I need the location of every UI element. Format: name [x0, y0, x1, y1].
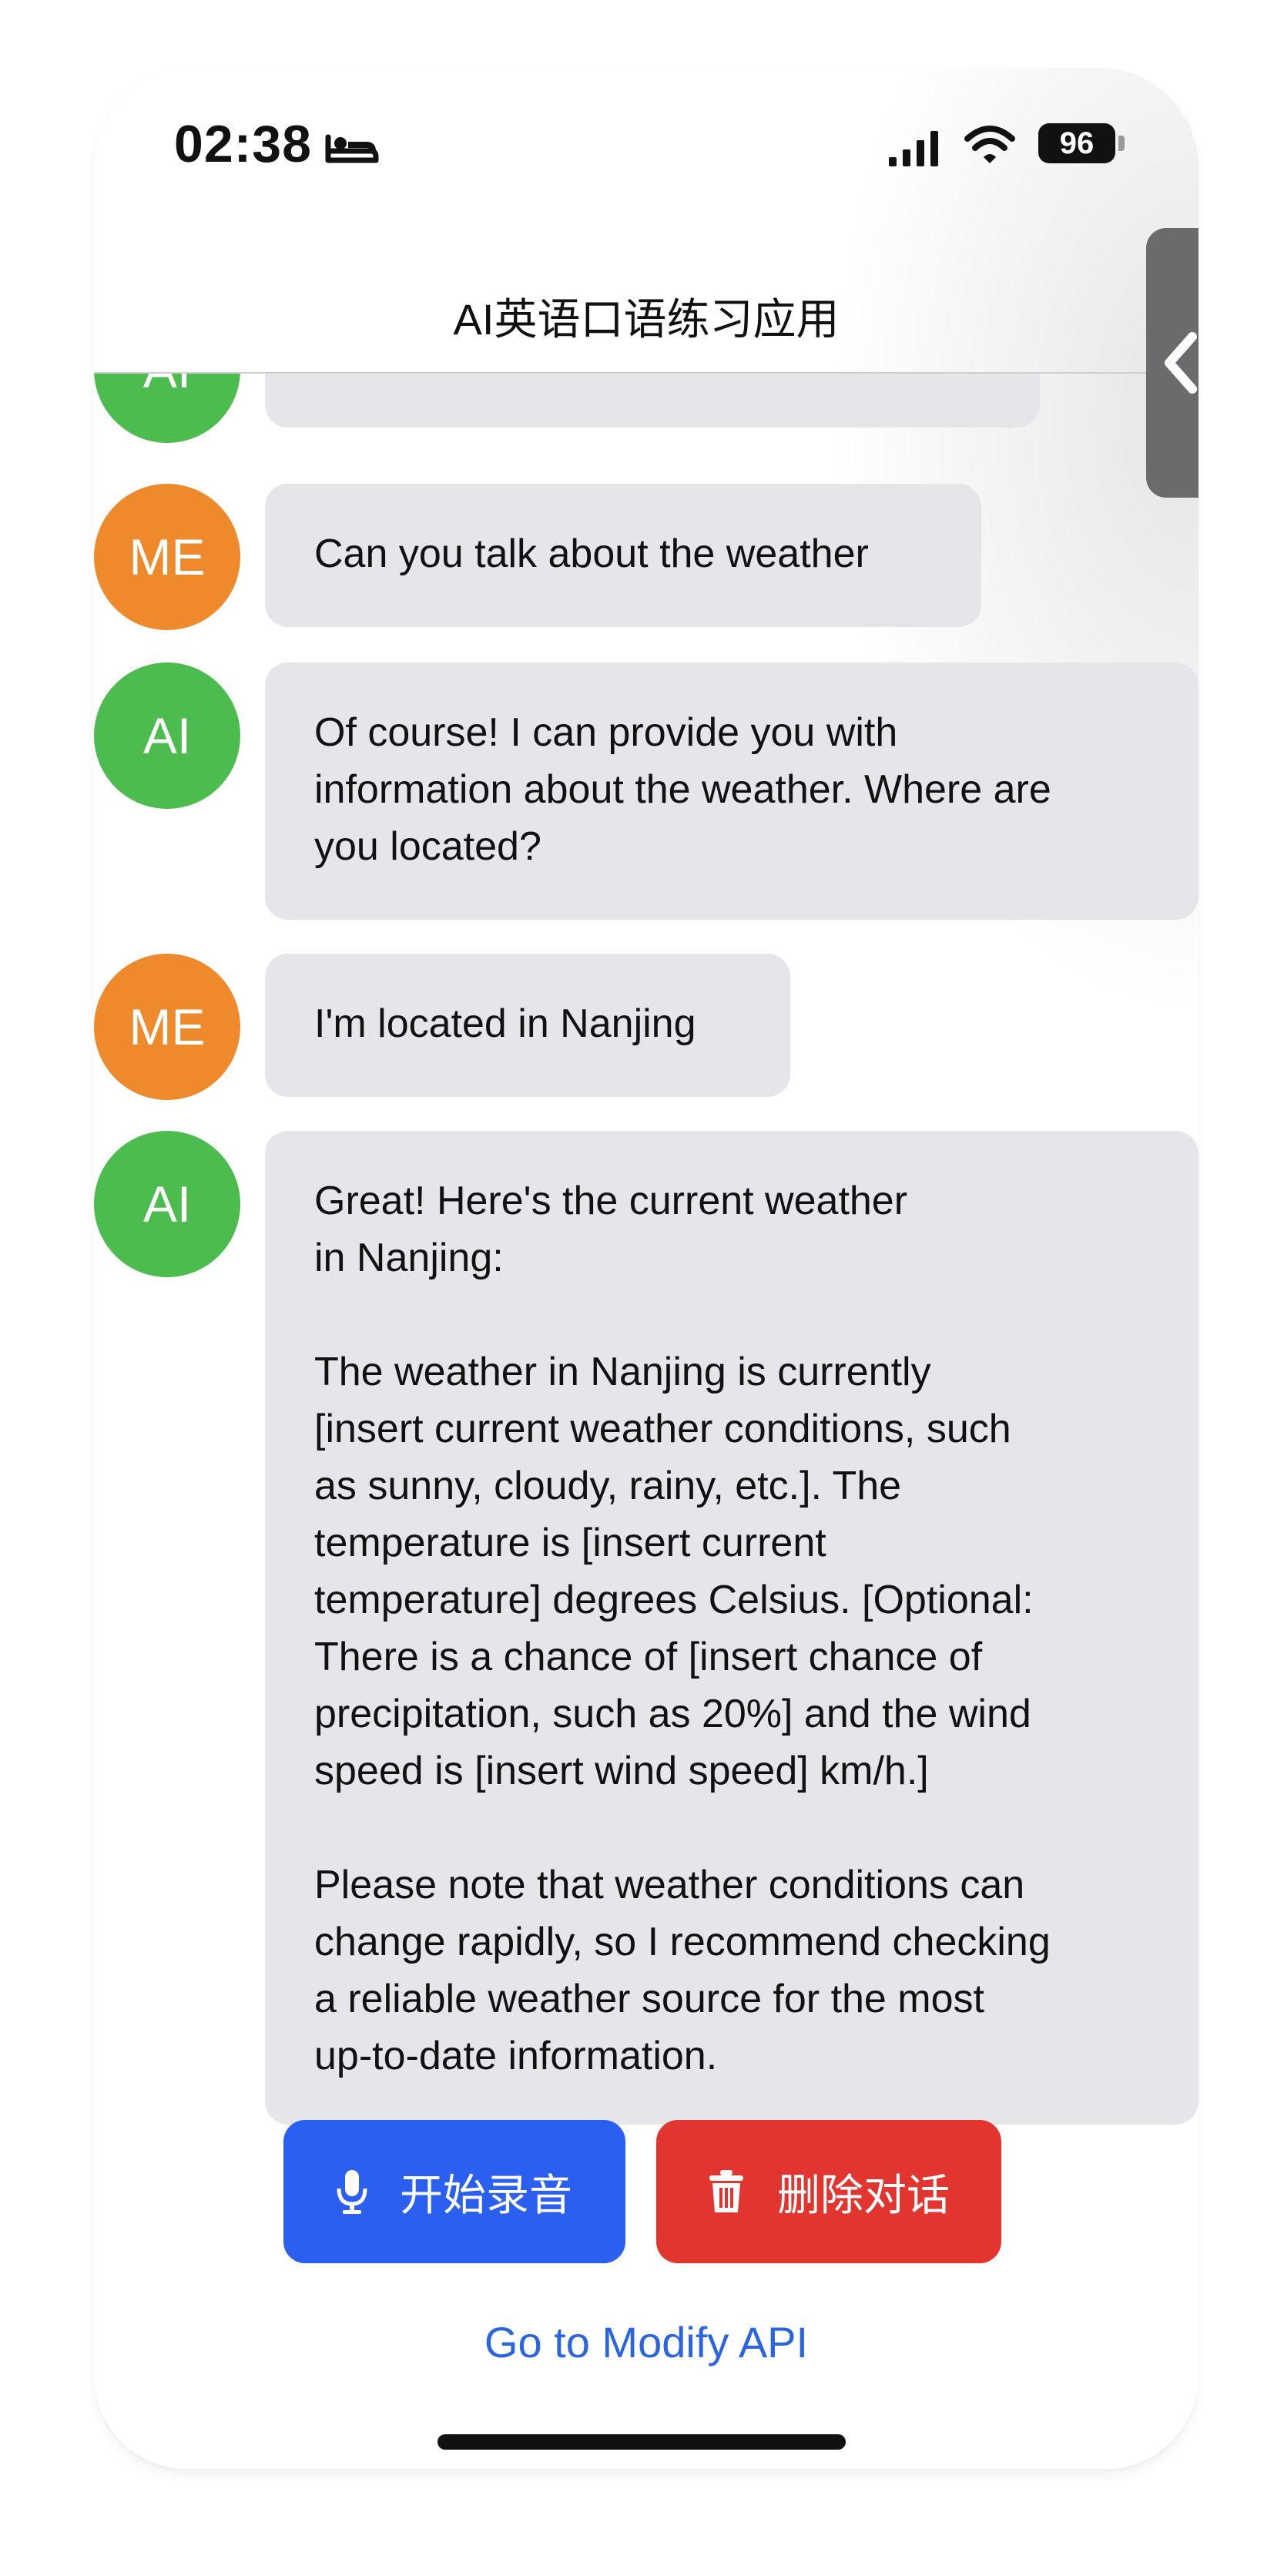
chevron-left-icon [1165, 332, 1197, 394]
message-bubble: Great! Here's the current weather in Nan… [265, 1131, 1199, 2125]
microphone-icon [337, 2170, 367, 2214]
home-indicator[interactable] [437, 2434, 846, 2450]
battery-tip [1118, 136, 1125, 151]
me-avatar: ME [94, 484, 240, 630]
side-drawer-tab[interactable] [1146, 228, 1199, 498]
chat-list[interactable]: AI ME Can you talk about the weather AI … [94, 374, 1199, 2130]
message-bubble: Can you talk about the weather [265, 484, 981, 627]
trash-icon [709, 2170, 743, 2212]
message-bubble: I'm located in Nanjing [265, 954, 790, 1097]
modify-api-link[interactable]: Go to Modify API [94, 2317, 1199, 2367]
delete-conversation-button[interactable]: 删除对话 [656, 2120, 1001, 2263]
phone-frame: 02:38 96 AI英语口语练习应用 AI ME Can y [94, 68, 1199, 2471]
battery-icon: 96 [1038, 123, 1115, 163]
message-bubble: Of course! I can provide you with inform… [265, 662, 1199, 920]
message-bubble [265, 374, 1040, 428]
ai-avatar: AI [94, 374, 240, 443]
signal-icon [889, 131, 938, 166]
delete-conversation-label: 删除对话 [777, 2170, 950, 2219]
wifi-icon [964, 126, 1015, 163]
status-time: 02:38 [174, 115, 312, 173]
ai-avatar: AI [94, 662, 240, 809]
ai-avatar: AI [94, 1131, 240, 1277]
me-avatar: ME [94, 954, 240, 1100]
sleep-icon [325, 134, 379, 163]
start-recording-label: 开始录音 [400, 2170, 572, 2219]
page-title: AI英语口语练习应用 [453, 295, 840, 344]
status-bar: 02:38 96 [94, 68, 1199, 222]
start-recording-button[interactable]: 开始录音 [283, 2120, 625, 2263]
